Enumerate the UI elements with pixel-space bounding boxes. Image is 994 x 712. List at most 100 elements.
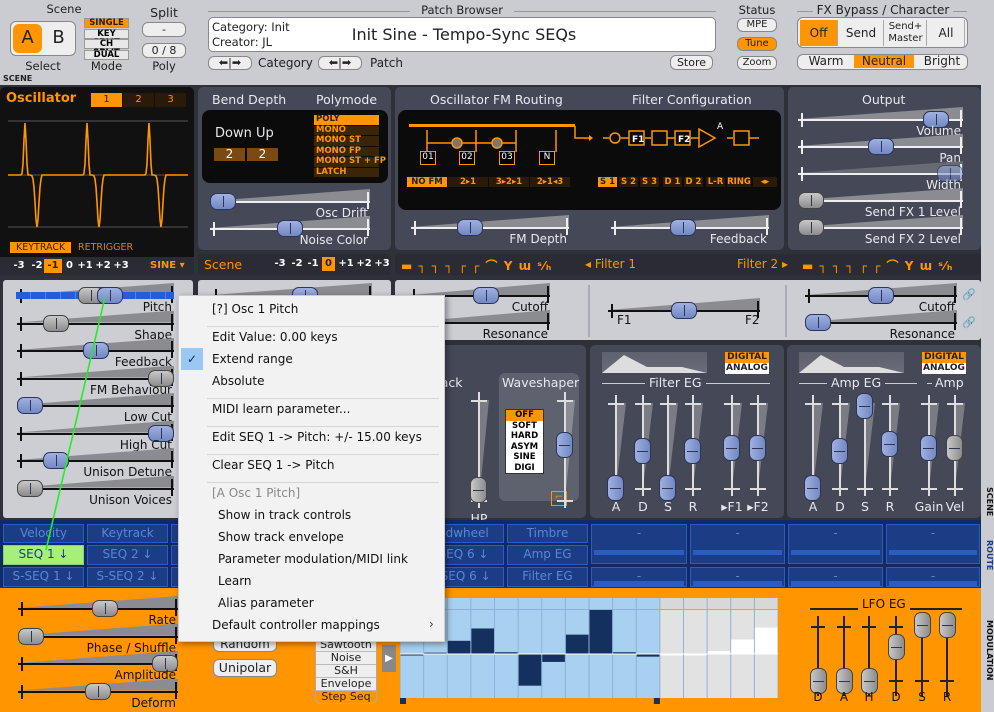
polymode-mono-st-fp[interactable]: MONO ST + FP — [314, 157, 386, 167]
filter-eg-f1-handle[interactable] — [723, 435, 740, 462]
seq-step-bar[interactable] — [731, 639, 754, 654]
scene-a-button[interactable]: A — [13, 24, 42, 53]
route-empty-button[interactable]: - — [788, 524, 883, 564]
filter-config-d-1[interactable]: D 1 — [663, 177, 682, 187]
filter-config-s-3[interactable]: S 3 — [640, 177, 659, 187]
menu-item-absolute[interactable]: Absolute — [212, 374, 264, 388]
octave-minus3[interactable]: -3 — [10, 259, 28, 273]
route-filter-eg-button[interactable]: Filter EG — [507, 567, 588, 587]
unison-detune-slider-track[interactable] — [17, 460, 174, 462]
seq-step-bar[interactable] — [565, 634, 589, 654]
filter2-type-icons[interactable]: ▬ ┐ ┐ ┐ ┌ ┌ ⌒ Y ɯ ˢ⁄ₕ — [802, 257, 953, 274]
octave-plus1[interactable]: +1 — [337, 257, 355, 271]
seq-step-bar[interactable] — [542, 654, 565, 662]
osc-tab-3[interactable]: 3 — [155, 93, 186, 107]
fx-bypass-all[interactable]: All — [928, 20, 965, 46]
octave-zero[interactable]: 0 — [322, 257, 335, 271]
waveshaper-soft[interactable]: SOFT — [506, 421, 543, 432]
octave-plus1[interactable]: +1 — [76, 259, 94, 273]
waveshaper-off[interactable]: OFF — [506, 410, 543, 421]
filter-eg-d-handle[interactable] — [634, 437, 651, 464]
store-button[interactable]: Store — [670, 55, 713, 70]
octave-minus1[interactable]: -1 — [304, 257, 322, 271]
osc-type-select[interactable]: SINE ▾ — [150, 260, 185, 271]
route-empty-button[interactable]: - — [886, 524, 980, 564]
seq-step-trigger[interactable] — [542, 598, 565, 609]
amp-eg-d-handle[interactable] — [831, 437, 848, 464]
filter-eg-s-handle[interactable] — [659, 475, 676, 501]
menu-item-midi-learn-parameter[interactable]: MIDI learn parameter... — [212, 402, 350, 416]
bend-down-value[interactable]: 2 — [214, 148, 245, 161]
waveshaper-digi[interactable]: DIGI — [506, 463, 543, 474]
category-arrows[interactable]: ⬅|➡ — [208, 56, 252, 70]
menu-item-parameter-modulation-midi-link[interactable]: Parameter modulation/MIDI link — [218, 552, 408, 566]
fx-bypass-send-master[interactable]: Send+ Master — [885, 20, 927, 46]
patch-browser-box[interactable]: Category: Init Creator: JL Init Sine - T… — [208, 17, 716, 52]
octave-plus3[interactable]: +3 — [112, 259, 130, 273]
menu-item-show-in-track-controls[interactable]: Show in track controls — [218, 508, 351, 522]
unipolar-button[interactable]: Unipolar — [213, 659, 277, 677]
eg-mode-analog[interactable]: ANALOG — [922, 363, 966, 374]
fm-option-2to1[interactable]: 2▸1 — [448, 177, 488, 187]
amp-eg-gain-handle[interactable] — [920, 435, 937, 462]
route-timbre-button[interactable]: Timbre — [507, 524, 588, 543]
lfo-shape-next-icon[interactable]: ▶ — [382, 645, 396, 672]
seq-step-trigger[interactable] — [707, 598, 731, 609]
fm-option-no-fm[interactable]: NO FM — [407, 177, 447, 187]
seq-step-trigger[interactable] — [589, 598, 613, 609]
filter-balance-slider-handle[interactable] — [671, 302, 697, 319]
seq-step-trigger[interactable] — [684, 598, 707, 609]
patch-arrows[interactable]: ⬅|➡ — [318, 56, 362, 70]
amp-eg-a-handle[interactable] — [804, 475, 821, 501]
seq-loop-end[interactable] — [653, 698, 660, 704]
filter-eg-f2-handle[interactable] — [749, 435, 766, 462]
route-empty-button[interactable]: - — [591, 524, 687, 564]
shape-slider-track[interactable] — [17, 322, 174, 325]
character-bright[interactable]: Bright — [915, 55, 969, 68]
mode-dual[interactable]: DUAL — [84, 49, 129, 60]
menu-item-edit-seq-1-pitch-15-00-keys[interactable]: Edit SEQ 1 -> Pitch: +/- 15.00 keys — [212, 430, 422, 444]
fm-option-3to2to1[interactable]: 3▸2▸1 — [489, 177, 529, 187]
filter-config-s-1[interactable]: S 1 — [598, 177, 617, 187]
seq-step-trigger[interactable] — [754, 598, 778, 609]
filter2-resonance-link-icon[interactable]: 🔗 — [962, 316, 976, 329]
route-s-seq-1-button[interactable]: S-SEQ 1 ↓ — [3, 567, 84, 587]
seq-step-trigger[interactable] — [613, 598, 636, 609]
osc-tab-2[interactable]: 2 — [123, 93, 154, 107]
octave-plus3[interactable]: +3 — [373, 257, 391, 271]
fx-bypass-off[interactable]: Off — [800, 20, 838, 46]
menu-item-clear-seq-1-pitch[interactable]: Clear SEQ 1 -> Pitch — [212, 458, 335, 472]
lfo-shape-step-seq[interactable]: Step Seq — [316, 691, 376, 703]
route-seq-1-button[interactable]: SEQ 1 ↓ — [3, 545, 84, 565]
seq-step-bar[interactable] — [518, 654, 542, 686]
seq-loop-start[interactable] — [400, 698, 406, 704]
seq-step-trigger[interactable] — [471, 598, 494, 609]
mode-ch-split[interactable]: CH SPLIT — [84, 39, 129, 58]
step-sequencer[interactable] — [400, 598, 778, 706]
octave-zero[interactable]: 0 — [63, 259, 76, 273]
route-s-seq-2-button[interactable]: S-SEQ 2 ↓ — [87, 567, 168, 587]
seq-step-trigger[interactable] — [731, 598, 754, 609]
eg-mode-analog[interactable]: ANALOG — [725, 363, 769, 374]
eg-mode-digital[interactable]: DIGITAL — [725, 352, 769, 363]
filter-config-stereo[interactable]: ◂▸ — [753, 177, 777, 187]
waveshaper-sine[interactable]: SINE — [506, 452, 543, 463]
octave-plus2[interactable]: +2 — [355, 257, 373, 271]
octave-plus2[interactable]: +2 — [94, 259, 112, 273]
filter-eg-r-handle[interactable] — [684, 437, 701, 464]
seq-step-trigger[interactable] — [565, 598, 589, 609]
filter2-cutoff-link-icon[interactable]: 🔗 — [962, 288, 976, 301]
split-field[interactable]: - — [142, 22, 186, 37]
pitch-handle-active[interactable] — [97, 287, 123, 304]
route-empty-button[interactable]: - — [690, 524, 785, 564]
route-velocity-button[interactable]: Velocity — [3, 524, 84, 543]
menu-item-default-controller-mappings[interactable]: Default controller mappings — [212, 618, 380, 632]
polymode-latch[interactable]: LATCH — [314, 167, 379, 177]
character-neutral[interactable]: Neutral — [854, 55, 914, 68]
route-amp-eg-button[interactable]: Amp EG — [507, 545, 588, 565]
waveshaper-drive-handle[interactable] — [556, 432, 573, 458]
seq-step-trigger[interactable] — [495, 598, 518, 609]
retrigger-toggle[interactable]: RETRIGGER — [78, 242, 133, 253]
character-warm[interactable]: Warm — [799, 55, 853, 68]
keytrack-toggle[interactable]: KEYTRACK — [10, 242, 72, 253]
